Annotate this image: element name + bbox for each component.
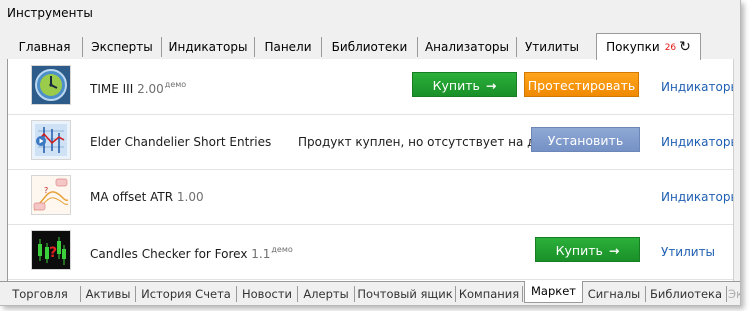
install-button-label: Установить [547,133,624,148]
clock-icon [31,65,71,105]
test-button[interactable]: Протестировать [524,72,639,97]
arrow-right-icon: → [608,243,620,258]
tab-purchases[interactable]: Покупки 26 ↻ [596,33,701,60]
install-button[interactable]: Установить [531,127,640,152]
tab-panels[interactable]: Панели [255,37,322,57]
demo-label: демо [271,245,293,254]
product-name: Candles Checker for Forex [90,247,248,261]
purchases-count-badge: 26 [664,43,677,53]
tab-alerts[interactable]: Алерты [298,286,355,302]
category-link[interactable]: Индикаторы [661,80,740,94]
product-title[interactable]: MA offset ATR 1.00 [90,190,204,204]
tab-signals[interactable]: Сигналы [583,286,646,302]
product-name: TIME III [90,82,134,96]
product-row: TIME III 2.00демо Купить → Протестировать… [8,59,740,115]
tab-indicators[interactable]: Индикаторы [162,37,255,57]
product-title[interactable]: TIME III 2.00демо [90,80,186,96]
terminal-tabs: Торговля Активы История Счета Новости Ал… [0,281,740,305]
vertical-scrollbar[interactable] [733,59,740,281]
buy-button-label: Купить [432,78,480,93]
tab-analyzers[interactable]: Анализаторы [418,37,517,57]
window-title: Инструменты [7,6,93,20]
tab-libraries[interactable]: Библиотеки [322,37,418,57]
tab-utilities[interactable]: Утилиты [517,37,587,57]
tab-exposure[interactable]: Активы [81,286,136,302]
product-version: 2.00 [137,82,164,96]
candles-icon: ? [31,230,71,270]
tab-market[interactable]: Маркет [524,281,583,303]
test-button-label: Протестировать [527,78,636,93]
demo-label: демо [164,80,187,89]
ma-offset-icon: ? [31,175,71,215]
product-row: Elder Chandelier Short Entries Продукт к… [8,114,740,170]
product-title[interactable]: Elder Chandelier Short Entries [90,135,271,149]
category-link[interactable]: Индикаторы [661,135,740,149]
product-row: ? MA offset ATR 1.00 Индикаторы [8,169,740,225]
product-name: MA offset ATR [90,190,174,204]
tab-news[interactable]: Новости [237,286,298,302]
svg-text:?: ? [49,245,57,261]
buy-button[interactable]: Купить → [412,72,517,97]
tab-trade[interactable]: Торговля [0,286,81,302]
product-version: 1.1 [251,247,271,261]
product-row: ? Candles Checker for Forex 1.1демо Купи… [8,224,740,280]
tab-main[interactable]: Главная [7,37,83,57]
tab-account-history[interactable]: История Счета [136,286,237,302]
product-title[interactable]: Candles Checker for Forex 1.1демо [90,245,293,261]
purchases-list: TIME III 2.00демо Купить → Протестировать… [7,59,740,281]
toolbox-window: Инструменты Главная Эксперты Индикаторы … [0,0,741,306]
product-version: 1.00 [176,190,204,204]
window-title-bar: Инструменты [0,0,740,26]
category-link[interactable]: Утилиты [661,245,715,259]
svg-text:?: ? [44,186,48,195]
chart-entries-icon [31,120,71,160]
tab-overflow[interactable]: Эк [728,286,740,302]
arrow-right-icon: → [485,78,497,93]
refresh-icon[interactable]: ↻ [679,39,691,55]
buy-button-label: Купить [555,243,603,258]
tab-purchases-label: Покупки [606,40,660,54]
missing-on-disk-status: Продукт куплен, но отсутствует на диске [298,135,565,149]
buy-button[interactable]: Купить → [535,237,640,262]
market-tabs: Главная Эксперты Индикаторы Панели Библи… [7,33,740,60]
category-link[interactable]: Индикаторы [661,190,740,204]
tab-company[interactable]: Компания [456,286,523,302]
tab-mailbox[interactable]: Почтовый ящик [355,286,456,302]
tab-experts[interactable]: Эксперты [83,37,162,57]
product-name: Elder Chandelier Short Entries [90,135,272,149]
tab-code-base[interactable]: Библиотека [646,286,727,302]
